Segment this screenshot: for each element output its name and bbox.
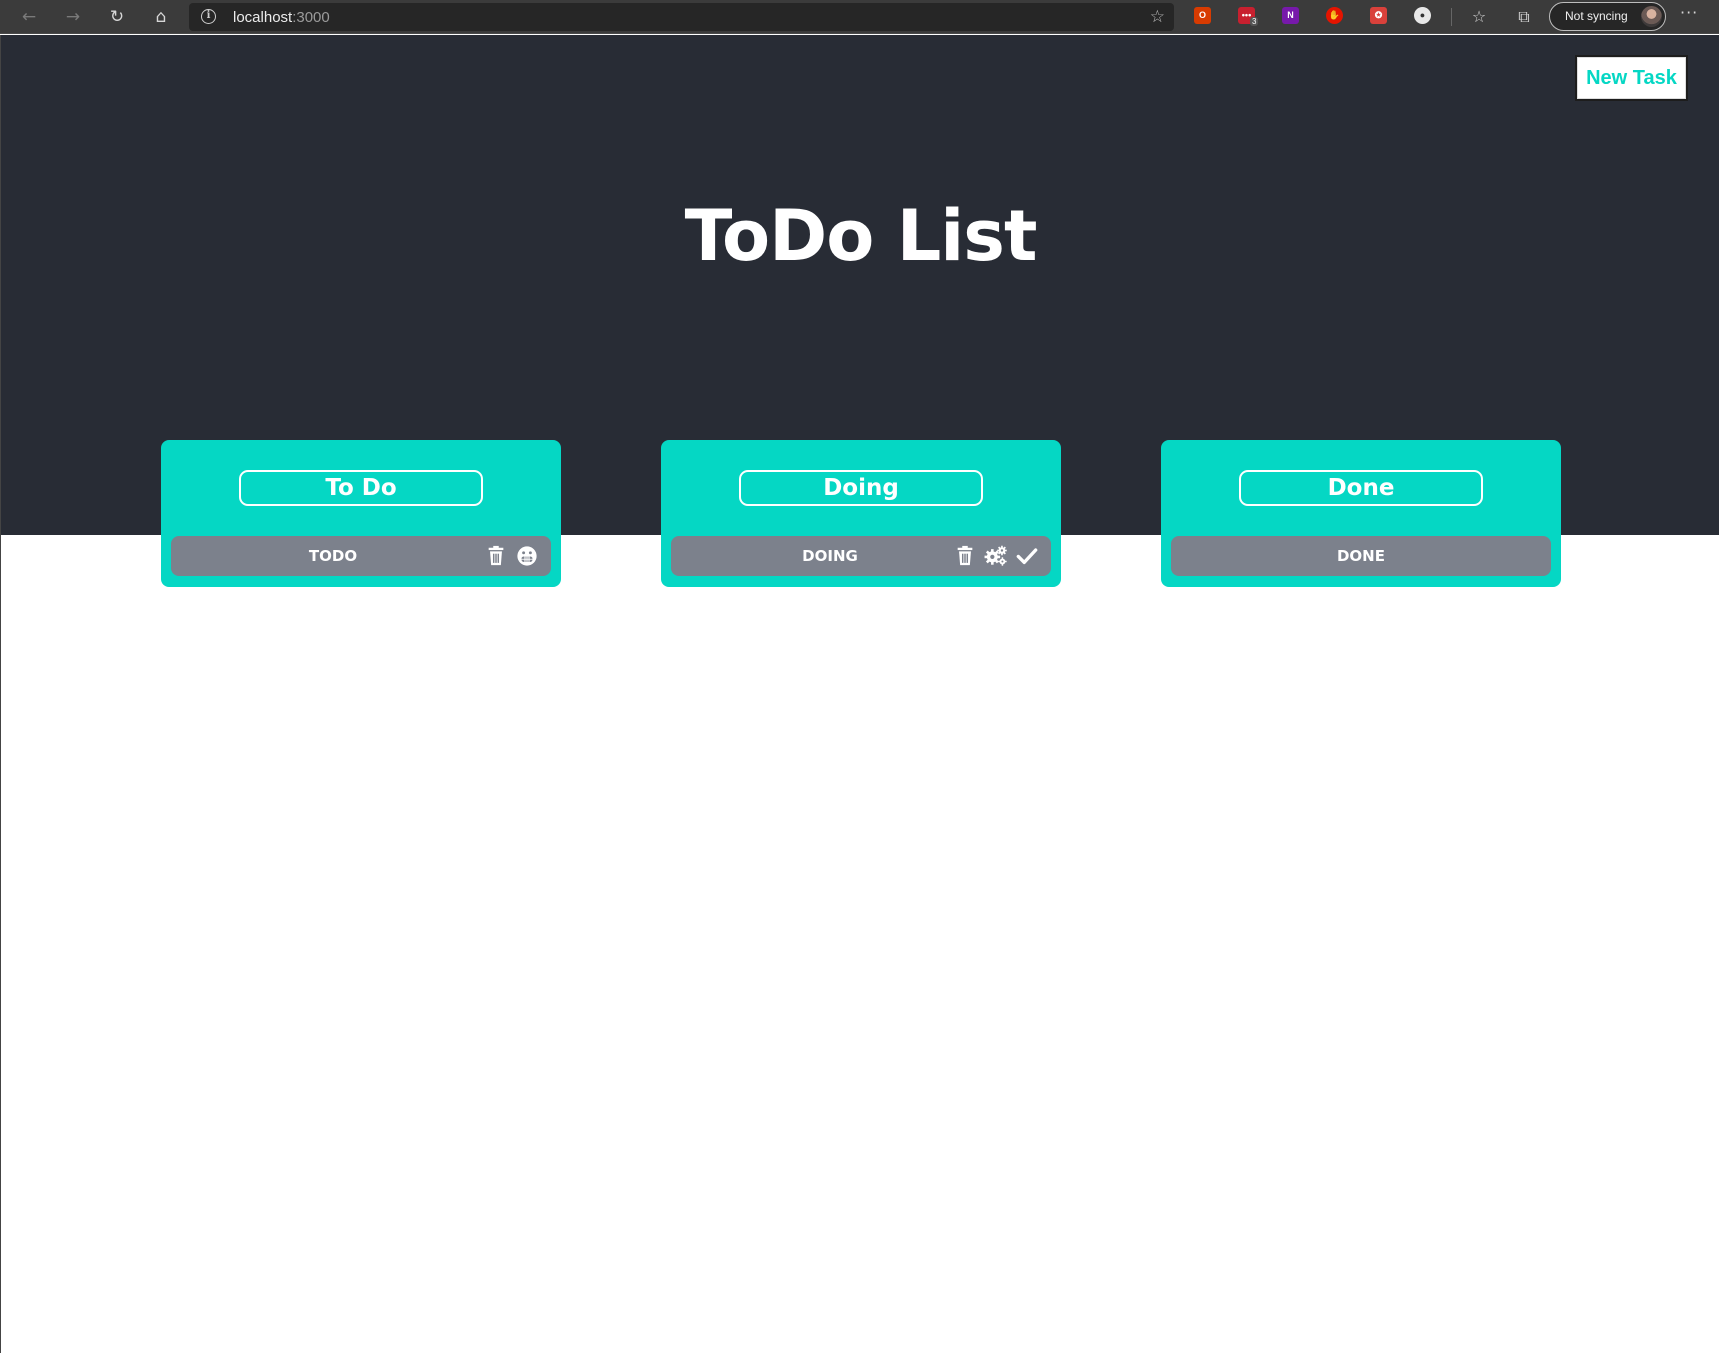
column-todo: To Do TODO: [161, 440, 561, 587]
url-host: localhost: [233, 9, 293, 26]
collections-icon[interactable]: ⧉: [1513, 5, 1535, 29]
page: New Task ToDo List To Do TODO Doing DOIN…: [0, 35, 1719, 1353]
favorites-icon[interactable]: ☆: [1468, 5, 1490, 29]
profile-label: Not syncing: [1565, 9, 1628, 23]
cogs-icon[interactable]: [984, 545, 1008, 567]
page-title: ToDo List: [684, 195, 1038, 277]
home-icon[interactable]: ⌂: [148, 5, 174, 29]
onenote-extension-icon[interactable]: N: [1282, 7, 1299, 24]
stop-extension-icon[interactable]: ✋: [1326, 7, 1343, 24]
check-icon[interactable]: [1015, 545, 1039, 567]
column-done: Done DONE: [1161, 440, 1561, 587]
trash-icon[interactable]: [953, 545, 977, 567]
task-actions: [953, 545, 1039, 567]
extension-badge: 3: [1250, 17, 1259, 26]
avatar: [1641, 6, 1662, 27]
puzzle-extension-icon[interactable]: ✪: [1370, 7, 1387, 24]
circle-extension-icon[interactable]: ●: [1414, 7, 1431, 24]
column-heading: To Do: [239, 470, 483, 506]
refresh-icon[interactable]: ↻: [104, 5, 130, 29]
address-bar[interactable]: i localhost:3000 ☆: [189, 3, 1174, 31]
task-actions: [484, 545, 539, 567]
browser-toolbar: ← → ↻ ⌂ i localhost:3000 ☆ O ••• 3 N ✋ ✪…: [0, 0, 1719, 34]
task-card[interactable]: DOING: [671, 536, 1051, 576]
task-card[interactable]: TODO: [171, 536, 551, 576]
info-icon[interactable]: i: [201, 9, 216, 24]
column-doing: Doing DOING: [661, 440, 1061, 587]
task-label: DONE: [1336, 547, 1385, 565]
grimace-face-icon[interactable]: [515, 545, 539, 567]
star-icon[interactable]: ☆: [1150, 7, 1165, 27]
task-card[interactable]: DONE: [1171, 536, 1551, 576]
back-icon[interactable]: ←: [16, 5, 42, 29]
profile-button[interactable]: Not syncing: [1549, 2, 1666, 31]
trash-icon[interactable]: [484, 545, 508, 567]
column-heading: Done: [1239, 470, 1483, 506]
more-icon[interactable]: ···: [1680, 3, 1698, 22]
toolbar-divider: [1451, 8, 1452, 26]
new-task-button[interactable]: New Task: [1575, 55, 1688, 101]
office-extension-icon[interactable]: O: [1194, 7, 1211, 24]
column-heading: Doing: [739, 470, 983, 506]
forward-icon[interactable]: →: [60, 5, 86, 29]
url-text[interactable]: localhost:3000: [233, 9, 330, 26]
url-port: :3000: [292, 9, 330, 26]
